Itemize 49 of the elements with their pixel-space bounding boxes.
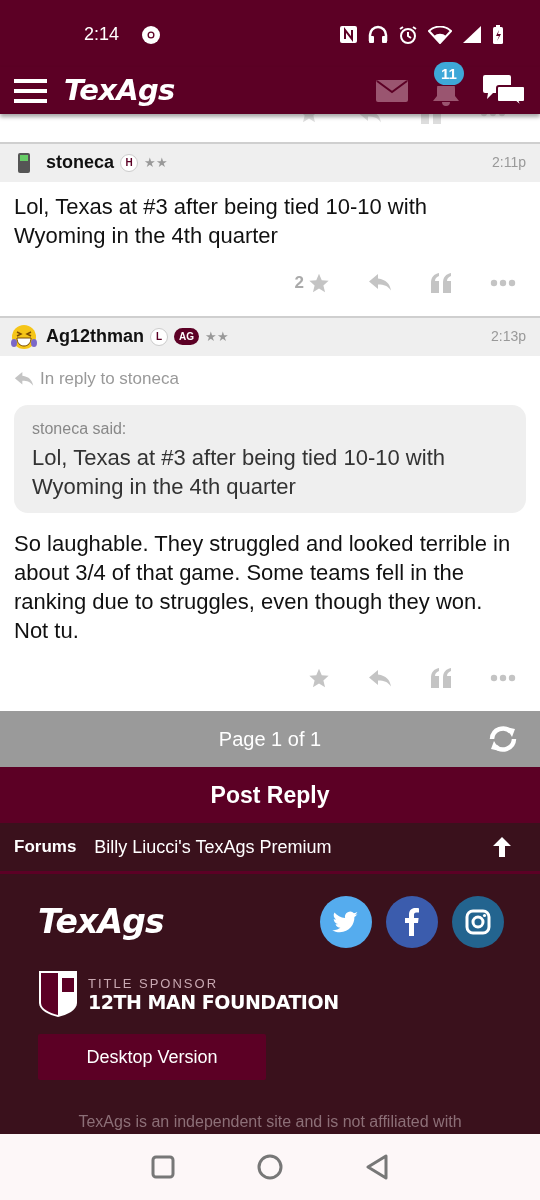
- battery-icon: [492, 24, 504, 45]
- laughing-emoji-icon: [10, 323, 38, 350]
- rating-count: 2: [294, 272, 304, 295]
- scroll-top-arrow-icon[interactable]: [492, 836, 512, 859]
- back-icon[interactable]: [365, 1154, 389, 1180]
- breadcrumb-link[interactable]: Forums: [14, 834, 77, 860]
- signal-icon: [462, 25, 482, 45]
- username[interactable]: Ag12thman: [46, 323, 144, 351]
- user-badge: AG: [174, 328, 199, 346]
- user-stars: ★★: [205, 328, 229, 347]
- instagram-icon[interactable]: [452, 896, 504, 948]
- nfc-icon: [339, 25, 358, 45]
- reply-icon[interactable]: [358, 113, 382, 124]
- sponsor-name: 12TH MAN FOUNDATION: [88, 992, 339, 1012]
- alarm-icon: [398, 24, 418, 45]
- user-stars: ★★: [144, 154, 169, 173]
- texags-logo: TexAgs: [64, 72, 175, 107]
- user-badge: L: [150, 327, 168, 346]
- shield-logo-icon: [38, 970, 78, 1018]
- post-time: 2:11p: [492, 153, 526, 173]
- status-time: 2:14: [84, 23, 120, 47]
- star-icon[interactable]: [308, 667, 330, 690]
- facebook-icon[interactable]: [386, 896, 438, 948]
- twitter-icon[interactable]: [320, 896, 372, 948]
- phone-icon: [17, 151, 31, 174]
- quote-text: Lol, Texas at #3 after being tied 10-10 with Wyoming in the 4th quarter: [32, 444, 446, 502]
- page-indicator: Page 1 of 1: [218, 727, 322, 753]
- wifi-icon: [428, 25, 452, 44]
- recents-icon[interactable]: [151, 1155, 175, 1179]
- user-badge: H: [120, 153, 139, 172]
- post-reply-button[interactable]: Post Reply: [0, 767, 540, 824]
- quote-author: stoneca said:: [32, 419, 128, 440]
- quote-icon[interactable]: [420, 113, 442, 124]
- menu-icon[interactable]: [14, 78, 47, 103]
- home-icon[interactable]: [257, 1154, 283, 1180]
- username[interactable]: stoneca: [46, 149, 115, 177]
- post-body: So laughable. They struggled and looked terrible in about 3/4 of that game. Some teams fell in the ranking due to struggles, even though they won. Not tu.: [14, 530, 512, 646]
- notifications-icon[interactable]: [430, 85, 462, 106]
- breadcrumb-link[interactable]: Billy Liucci's TexAgs Premium: [94, 833, 332, 861]
- more-icon[interactable]: [480, 113, 506, 117]
- post-body: Lol, Texas at #3 after being tied 10-10 with Wyoming in the 4th quarter: [14, 192, 428, 250]
- post-time: 2:13p: [490, 327, 526, 347]
- mail-icon[interactable]: [376, 79, 408, 102]
- headphones-icon: [368, 25, 388, 45]
- disclaimer-text: TexAgs is an independent site and is not affiliated with: [77, 1112, 463, 1132]
- desktop-version-button[interactable]: Desktop Version: [38, 1034, 266, 1080]
- browser-icon: [141, 24, 162, 45]
- sponsor-label: TITLE SPONSOR: [88, 976, 220, 990]
- texags-logo: TexAgs: [38, 901, 164, 944]
